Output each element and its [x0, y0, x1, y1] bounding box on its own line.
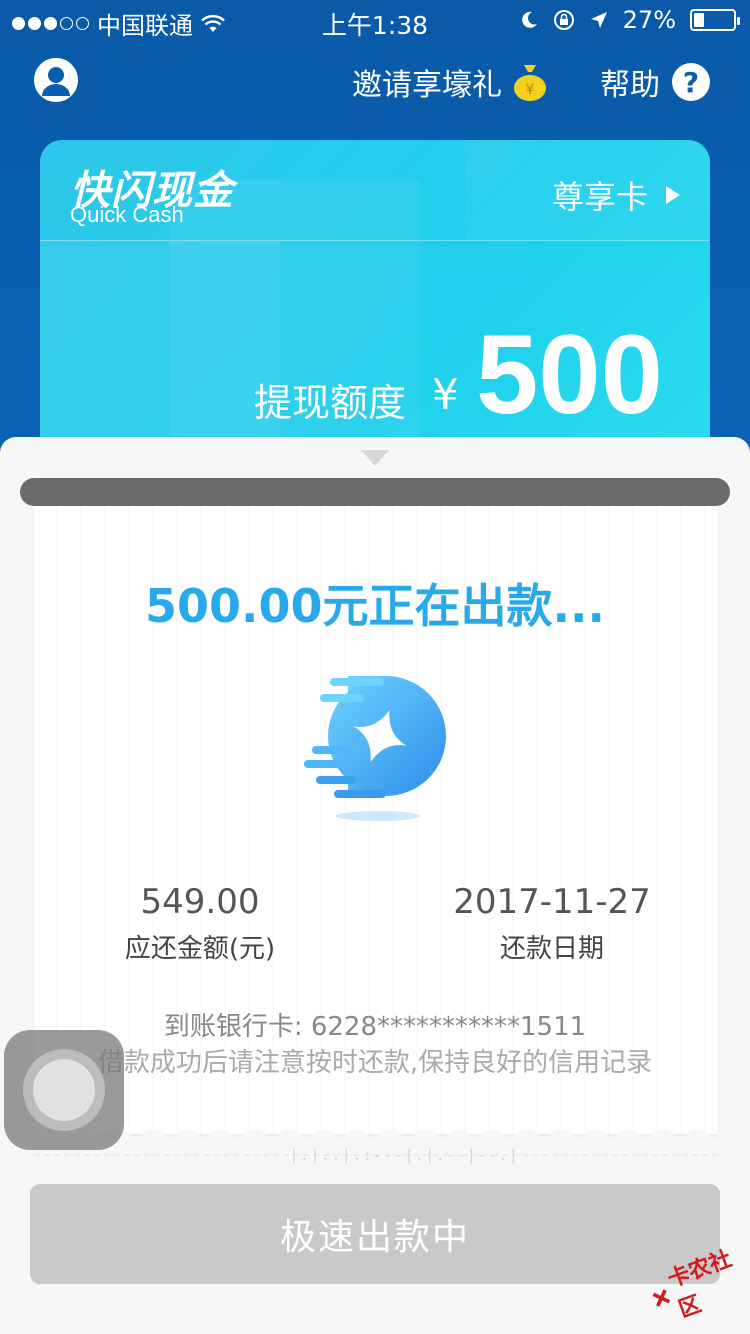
question-icon: ?	[672, 63, 710, 101]
battery-level	[694, 13, 705, 27]
quick-cash-coin-icon	[304, 676, 446, 821]
currency-symbol: ¥	[432, 370, 459, 419]
help-button[interactable]: 帮助 ?	[600, 60, 710, 104]
battery-icon	[690, 9, 740, 31]
status-right: 27%	[519, 6, 740, 34]
limit-label: 提现额度	[254, 381, 407, 425]
location-arrow-icon	[590, 12, 607, 28]
receipt-slot	[20, 478, 730, 506]
fast-payout-button[interactable]: 极速出款中	[30, 1184, 720, 1284]
battery-percent: 27%	[622, 6, 676, 34]
header: 邀请享壕礼 ¥ 帮助 ?	[0, 48, 750, 118]
assistive-center	[33, 1059, 95, 1121]
due-date-value: 2017-11-27	[453, 882, 651, 922]
card-type-link[interactable]: 尊享卡	[552, 172, 680, 218]
money-bag-icon: ¥	[514, 65, 546, 101]
rotation-lock-icon	[553, 10, 574, 30]
svg-text:¥: ¥	[526, 82, 535, 98]
payout-status-title: 500.00元正在出款...	[145, 579, 605, 633]
assistive-touch-button[interactable]	[4, 1030, 124, 1150]
caret-down-icon	[361, 450, 389, 466]
card-type-label: 尊享卡	[551, 178, 648, 216]
status-bar: 中国联通 上午1:38 27%	[0, 0, 750, 40]
amount-due-value: 549.00	[140, 882, 260, 922]
limit-amount: 500	[476, 312, 663, 437]
user-icon	[34, 58, 78, 102]
receipt-scalloped-edge	[34, 1122, 718, 1146]
help-label: 帮助	[600, 68, 660, 103]
invite-button[interactable]: 邀请享壕礼 ¥	[352, 60, 548, 104]
play-arrow-icon	[666, 186, 680, 204]
amount-due-label: 应还金额(元)	[124, 934, 276, 964]
due-date-label: 还款日期	[499, 934, 604, 964]
brand-english-name: Quick Cash	[70, 202, 184, 227]
moon-icon	[521, 11, 537, 28]
invite-label: 邀请享壕礼	[352, 68, 502, 103]
user-avatar-button[interactable]	[34, 58, 78, 102]
quick-cash-card[interactable]: 快闪现金 Quick Cash 尊享卡 提现额度 ¥ 500	[40, 140, 710, 470]
card-divider	[40, 240, 710, 241]
barcode-decoration: |.|..|.:---|.|.--|--.|	[290, 1148, 520, 1164]
